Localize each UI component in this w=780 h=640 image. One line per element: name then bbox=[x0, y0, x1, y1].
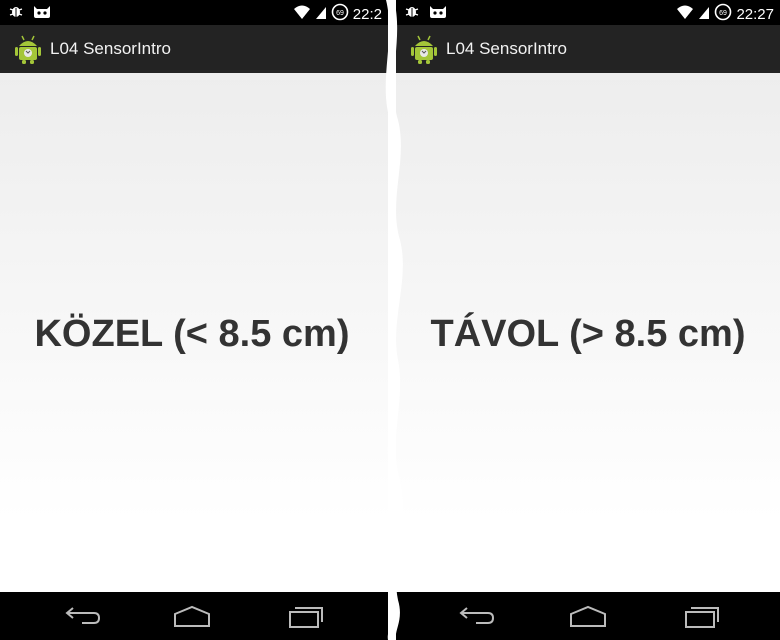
navigation-bar bbox=[0, 592, 388, 640]
battery-icon: 69 bbox=[331, 3, 349, 26]
recents-icon[interactable] bbox=[286, 604, 326, 630]
app-title: L04 SensorIntro bbox=[446, 39, 567, 58]
debug-bug-icon bbox=[8, 3, 24, 24]
wifi-icon bbox=[293, 4, 311, 25]
status-time: 22:27 bbox=[736, 6, 774, 23]
signal-icon bbox=[698, 4, 710, 25]
svg-text:69: 69 bbox=[720, 10, 728, 17]
content-area: TÁVOL (> 8.5 cm) bbox=[396, 73, 780, 592]
recents-icon[interactable] bbox=[682, 604, 722, 630]
android-app-icon[interactable] bbox=[14, 33, 42, 70]
app-title: L04 SensorIntro bbox=[50, 39, 171, 58]
status-bar: 69 22:2 bbox=[0, 0, 388, 25]
home-icon[interactable] bbox=[568, 604, 608, 630]
content-area: KÖZEL (< 8.5 cm) bbox=[0, 73, 388, 592]
action-bar: L04 SensorIntro bbox=[0, 25, 388, 73]
cyanogen-mascot-icon bbox=[32, 3, 52, 24]
navigation-bar bbox=[396, 592, 780, 640]
phone-screen-far: 69 22:27 L04 SensorIntro TÁVOL (> 8.5 cm… bbox=[396, 0, 780, 640]
back-icon[interactable] bbox=[62, 604, 102, 630]
cyanogen-mascot-icon bbox=[428, 3, 448, 24]
signal-icon bbox=[315, 4, 327, 25]
home-icon[interactable] bbox=[172, 604, 212, 630]
status-bar: 69 22:27 bbox=[396, 0, 780, 25]
svg-text:69: 69 bbox=[336, 10, 344, 17]
android-app-icon[interactable] bbox=[410, 33, 438, 70]
battery-icon: 69 bbox=[714, 3, 732, 26]
action-bar: L04 SensorIntro bbox=[396, 25, 780, 73]
wifi-icon bbox=[676, 4, 694, 25]
back-icon[interactable] bbox=[456, 604, 496, 630]
torn-divider bbox=[385, 0, 403, 640]
proximity-status-text: KÖZEL (< 8.5 cm) bbox=[34, 313, 350, 355]
phone-screen-near: 69 22:2 L04 SensorIntro KÖZEL (< 8.5 cm) bbox=[0, 0, 388, 640]
proximity-status-text: TÁVOL (> 8.5 cm) bbox=[430, 313, 746, 355]
